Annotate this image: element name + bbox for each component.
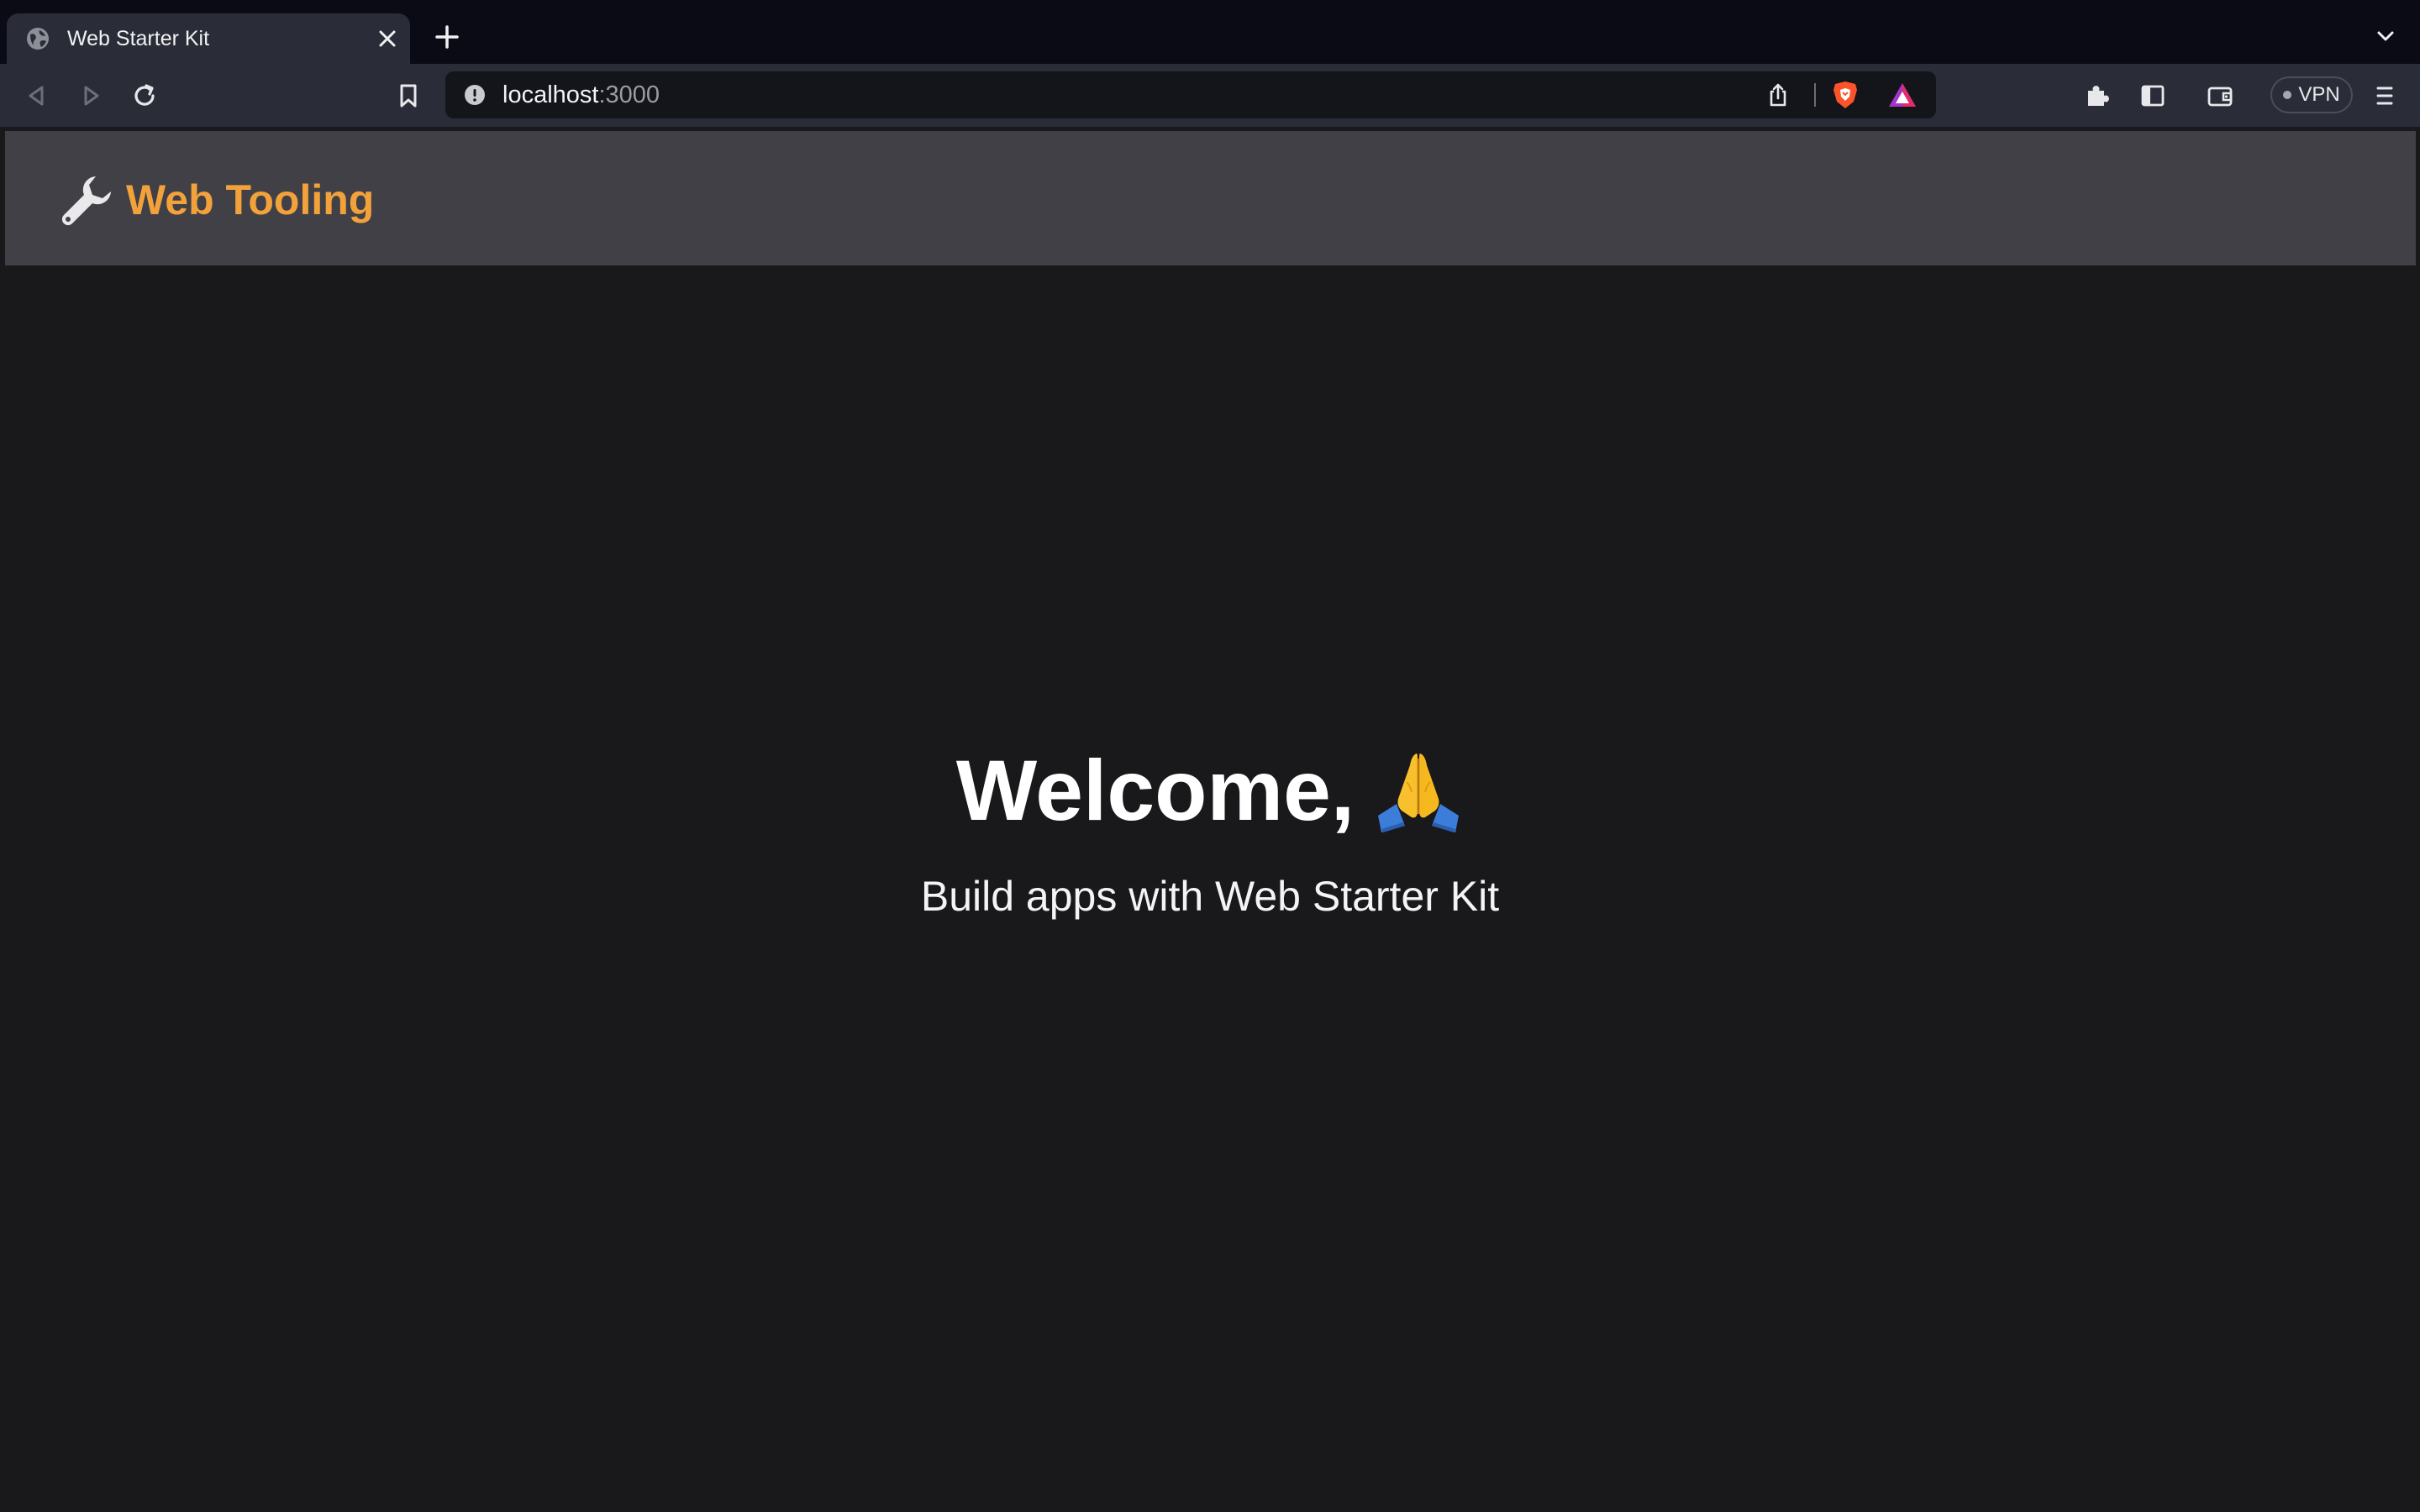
site-header: Web Tooling <box>5 131 2416 265</box>
hero: Welcome, Build apps with Web Starter Kit <box>0 740 2420 921</box>
brave-shields-icon[interactable] <box>1830 80 1860 110</box>
chevron-down-icon[interactable] <box>2373 24 2398 49</box>
forward-icon[interactable] <box>76 81 106 111</box>
url-text[interactable]: localhost:3000 <box>502 80 660 110</box>
vpn-button[interactable]: VPN <box>2270 76 2353 113</box>
page-viewport: Web Tooling Welcome, Build apps with Web… <box>0 127 2420 1512</box>
address-bar-divider <box>1814 83 1816 107</box>
back-icon[interactable] <box>22 81 52 111</box>
brand-label: Web Tooling <box>126 176 375 223</box>
hero-subtitle: Build apps with Web Starter Kit <box>920 873 1500 920</box>
puzzle-icon[interactable] <box>2082 81 2112 111</box>
browser-toolbar: localhost:3000 VPN <box>0 64 2420 127</box>
hamburger-menu-icon[interactable] <box>2370 81 2400 111</box>
share-icon[interactable] <box>1765 81 1791 108</box>
tab-title: Web Starter Kit <box>67 27 210 50</box>
tab-strip: Web Starter Kit <box>0 0 2420 64</box>
close-icon[interactable] <box>376 28 398 50</box>
vpn-label: VPN <box>2298 83 2340 106</box>
wrench-icon <box>61 176 111 226</box>
site-info-icon[interactable] <box>464 84 486 106</box>
vpn-status-dot <box>2283 91 2292 99</box>
url-host: localhost <box>502 81 599 108</box>
address-bar[interactable]: localhost:3000 <box>445 71 1936 118</box>
hero-title: Welcome, <box>956 740 1464 841</box>
url-port: :3000 <box>598 81 660 108</box>
sidebar-icon[interactable] <box>2138 81 2168 111</box>
wallet-icon[interactable] <box>2205 81 2235 111</box>
brand-link[interactable]: Web Tooling <box>59 171 374 228</box>
bookmark-icon[interactable] <box>393 81 424 111</box>
folded-hands-icon <box>1378 753 1460 832</box>
brave-rewards-icon[interactable] <box>1887 81 1918 109</box>
new-tab-plus-icon[interactable] <box>432 22 462 52</box>
globe-icon <box>27 28 49 50</box>
tab-web-starter-kit[interactable]: Web Starter Kit <box>7 13 410 64</box>
reload-icon[interactable] <box>129 81 160 111</box>
hero-title-text: Welcome, <box>955 743 1355 838</box>
